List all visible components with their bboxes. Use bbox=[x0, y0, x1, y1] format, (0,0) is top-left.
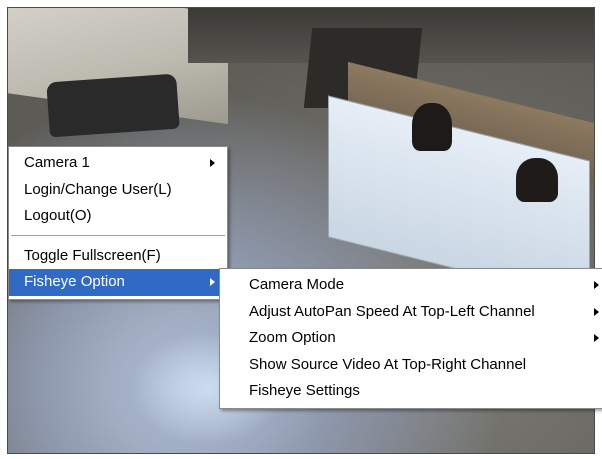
menu-item-fisheye-option[interactable]: Fisheye Option bbox=[9, 269, 227, 296]
submenu-arrow-icon bbox=[594, 334, 599, 342]
menu-item-camera-1[interactable]: Camera 1 bbox=[9, 150, 227, 177]
menu-item-fisheye-settings[interactable]: Fisheye Settings bbox=[220, 378, 602, 405]
submenu-arrow-icon bbox=[594, 281, 599, 289]
menu-item-label: Fisheye Settings bbox=[249, 382, 360, 399]
video-sofa bbox=[46, 73, 180, 138]
menu-item-label: Zoom Option bbox=[249, 329, 336, 346]
video-person bbox=[412, 103, 452, 151]
menu-item-adjust-autopan-speed[interactable]: Adjust AutoPan Speed At Top-Left Channel bbox=[220, 299, 602, 326]
menu-item-logout[interactable]: Logout(O) bbox=[9, 203, 227, 230]
menu-item-label: Camera Mode bbox=[249, 276, 345, 293]
menu-separator bbox=[11, 234, 225, 238]
menu-item-login-change-user[interactable]: Login/Change User(L) bbox=[9, 177, 227, 204]
menu-item-label: Logout(O) bbox=[24, 207, 92, 224]
submenu-arrow-icon bbox=[210, 278, 215, 286]
fisheye-submenu: Camera Mode Adjust AutoPan Speed At Top-… bbox=[219, 268, 602, 409]
menu-item-toggle-fullscreen[interactable]: Toggle Fullscreen(F) bbox=[9, 243, 227, 270]
menu-item-label: Fisheye Option bbox=[24, 273, 125, 290]
menu-item-zoom-option[interactable]: Zoom Option bbox=[220, 325, 602, 352]
menu-item-camera-mode[interactable]: Camera Mode bbox=[220, 272, 602, 299]
menu-item-label: Adjust AutoPan Speed At Top-Left Channel bbox=[249, 302, 535, 320]
video-person bbox=[516, 158, 558, 202]
menu-item-show-source-video[interactable]: Show Source Video At Top-Right Channel bbox=[220, 352, 602, 379]
menu-item-label: Camera 1 bbox=[24, 154, 90, 171]
submenu-arrow-icon bbox=[594, 307, 599, 316]
submenu-arrow-icon bbox=[210, 159, 215, 167]
menu-item-label: Toggle Fullscreen(F) bbox=[24, 246, 161, 264]
menu-item-label: Show Source Video At Top-Right Channel bbox=[249, 355, 527, 373]
menu-item-label: Login/Change User(L) bbox=[24, 180, 172, 198]
context-menu: Camera 1 Login/Change User(L) Logout(O) … bbox=[8, 146, 228, 300]
